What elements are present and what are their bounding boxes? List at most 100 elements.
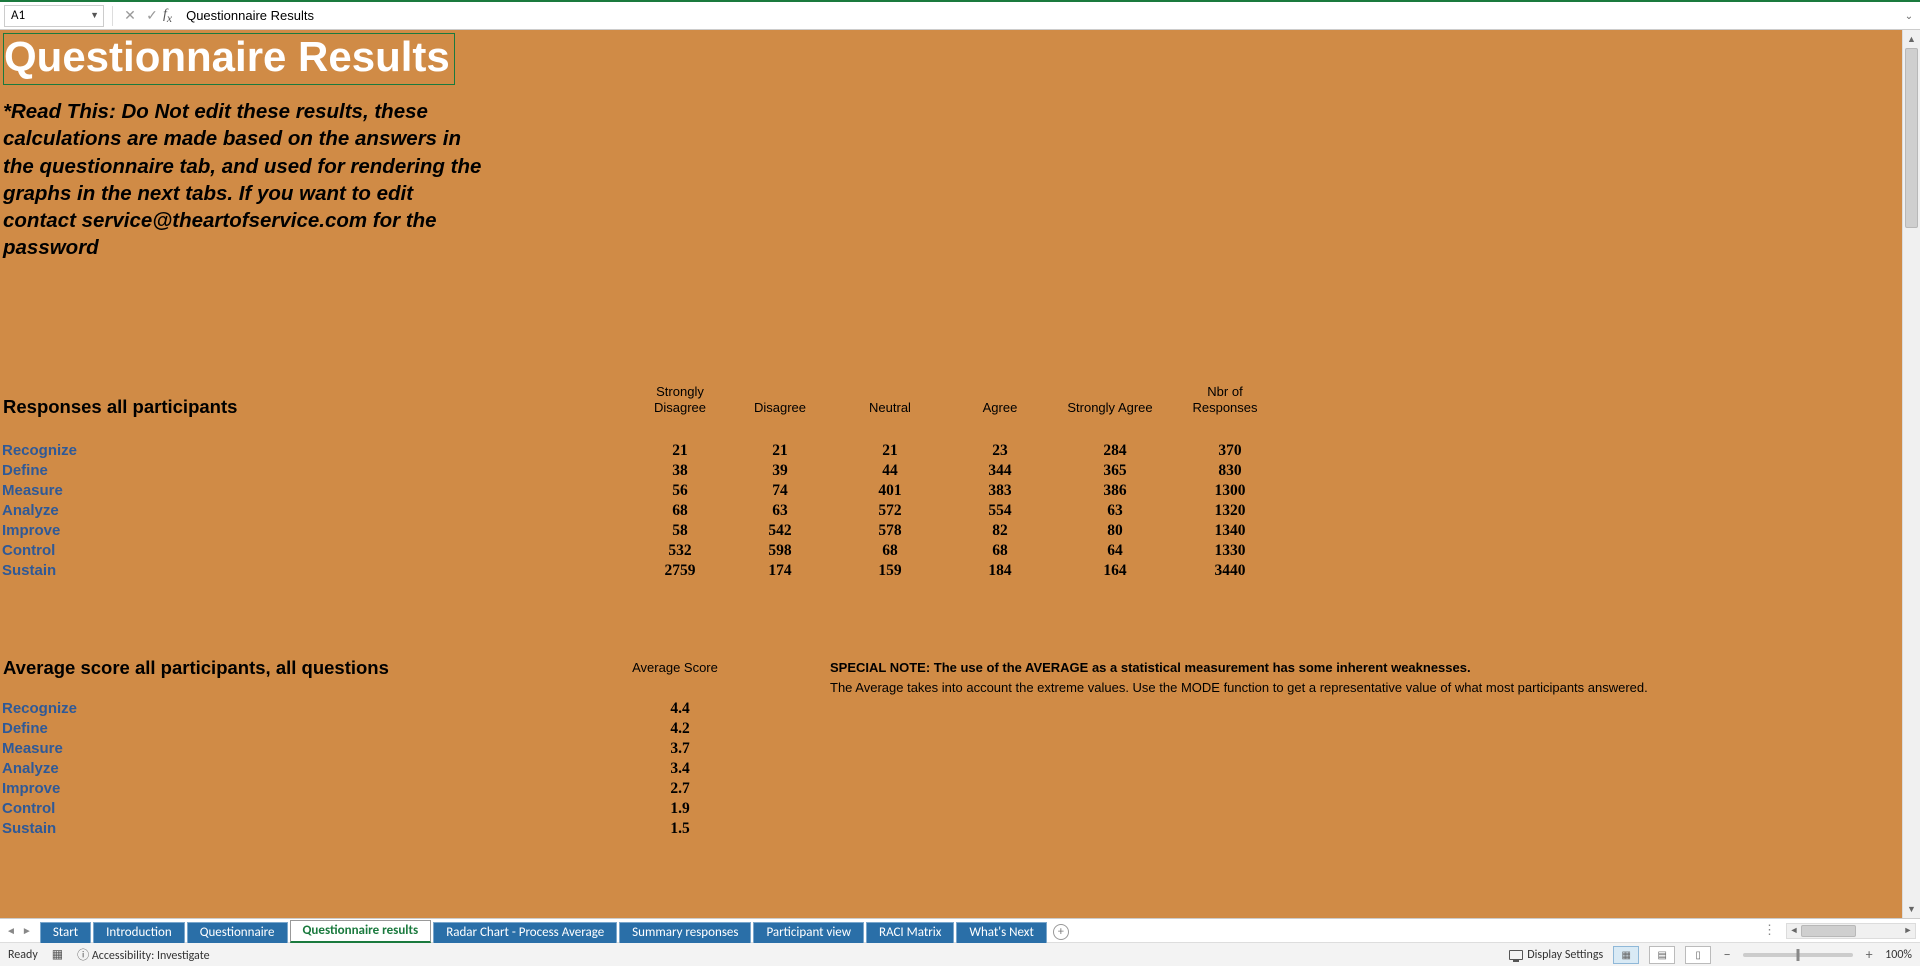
sheet-tab[interactable]: Start <box>40 922 91 943</box>
expand-formula-bar-icon[interactable]: ⌄ <box>1898 9 1920 22</box>
col-header: Strongly Agree <box>1055 400 1165 415</box>
name-box[interactable]: A1 ▼ <box>4 5 104 27</box>
formula-input[interactable] <box>182 5 1898 27</box>
table-cell: 23 <box>960 442 1040 460</box>
formula-bar: A1 ▼ ✕ ✓ fx ⌄ <box>0 2 1920 30</box>
table-cell: 159 <box>850 562 930 580</box>
name-box-value: A1 <box>11 8 25 23</box>
scroll-thumb[interactable] <box>1905 48 1918 228</box>
table-cell: 1320 <box>1190 502 1270 520</box>
table-cell: 2759 <box>640 562 720 580</box>
row-label: Define <box>2 462 48 479</box>
macro-record-icon[interactable]: ▦ <box>52 947 63 962</box>
row-label: Analyze <box>2 760 59 777</box>
col-header-avg: Average Score <box>610 660 740 675</box>
new-sheet-button[interactable]: + <box>1047 920 1075 943</box>
tab-nav-arrows[interactable]: ◄ ► <box>0 919 38 942</box>
accessibility-status[interactable]: ⓘ Accessibility: Investigate <box>77 946 209 963</box>
row-label: Recognize <box>2 700 77 717</box>
tab-prev-icon[interactable]: ◄ <box>6 924 16 937</box>
table-cell: 284 <box>1070 442 1160 460</box>
view-page-break-button[interactable]: ▯ <box>1685 946 1711 964</box>
page-title: Questionnaire Results <box>3 33 455 85</box>
worksheet[interactable]: Questionnaire Results *Read This: Do Not… <box>0 30 1902 918</box>
table-cell: 383 <box>960 482 1040 500</box>
table-cell: 80 <box>1070 522 1160 540</box>
sheet-tab[interactable]: Participant view <box>753 922 864 943</box>
section-header-responses: Responses all participants <box>3 396 237 418</box>
table-cell: 598 <box>740 542 820 560</box>
sheet-tab[interactable]: What's Next <box>956 922 1046 943</box>
scroll-left-icon[interactable]: ◄ <box>1787 925 1801 936</box>
table-cell: 542 <box>740 522 820 540</box>
table-cell: 38 <box>640 462 720 480</box>
zoom-slider-thumb[interactable] <box>1797 949 1800 961</box>
spacer <box>1075 919 1757 942</box>
table-cell: 3440 <box>1190 562 1270 580</box>
sheet-tab[interactable]: Questionnaire <box>187 922 288 943</box>
table-cell: 365 <box>1070 462 1160 480</box>
table-cell: 3.4 <box>640 760 720 778</box>
table-cell: 370 <box>1190 442 1270 460</box>
sheet-tab[interactable]: Radar Chart - Process Average <box>433 922 617 943</box>
table-cell: 174 <box>740 562 820 580</box>
view-normal-button[interactable]: ▦ <box>1613 946 1639 964</box>
table-cell: 68 <box>850 542 930 560</box>
tab-options-icon[interactable]: ⋮ <box>1757 923 1782 938</box>
display-settings-button[interactable]: Display Settings <box>1509 948 1603 962</box>
special-note-text: The Average takes into account the extre… <box>830 680 1648 695</box>
row-label: Improve <box>2 780 60 797</box>
table-cell: 830 <box>1190 462 1270 480</box>
accessibility-label: Accessibility: Investigate <box>92 949 210 963</box>
zoom-slider[interactable] <box>1743 953 1853 957</box>
table-cell: 164 <box>1070 562 1160 580</box>
table-cell: 68 <box>640 502 720 520</box>
confirm-formula-icon[interactable]: ✓ <box>141 7 163 24</box>
scroll-right-icon[interactable]: ► <box>1901 925 1915 936</box>
row-label: Improve <box>2 522 60 539</box>
cancel-formula-icon[interactable]: ✕ <box>119 7 141 24</box>
scroll-track[interactable] <box>1903 48 1920 900</box>
scroll-down-icon[interactable]: ▼ <box>1903 900 1920 918</box>
table-cell: 554 <box>960 502 1040 520</box>
table-cell: 56 <box>640 482 720 500</box>
vertical-scrollbar[interactable]: ▲ ▼ <box>1902 30 1920 918</box>
table-cell: 4.2 <box>640 720 720 738</box>
table-cell: 4.4 <box>640 700 720 718</box>
col-header: Responses <box>1180 400 1270 415</box>
zoom-out-button[interactable]: − <box>1721 946 1733 963</box>
zoom-in-button[interactable]: + <box>1863 946 1875 963</box>
col-header: Strongly <box>640 384 720 399</box>
separator <box>112 6 113 26</box>
chevron-down-icon[interactable]: ▼ <box>90 10 99 21</box>
display-settings-label: Display Settings <box>1527 948 1603 962</box>
status-bar: Ready ▦ ⓘ Accessibility: Investigate Dis… <box>0 942 1920 966</box>
sheet-tab[interactable]: Questionnaire results <box>290 920 432 943</box>
scroll-thumb[interactable] <box>1801 925 1856 937</box>
sheet-tab[interactable]: Summary responses <box>619 922 751 943</box>
table-cell: 21 <box>640 442 720 460</box>
col-header: Disagree <box>740 400 820 415</box>
special-note-bold: SPECIAL NOTE: The use of the AVERAGE as … <box>830 660 1471 675</box>
table-cell: 63 <box>1070 502 1160 520</box>
sheet-tab[interactable]: RACI Matrix <box>866 922 954 943</box>
row-label: Measure <box>2 740 63 757</box>
row-label: Analyze <box>2 502 59 519</box>
row-label: Define <box>2 720 48 737</box>
scroll-up-icon[interactable]: ▲ <box>1903 30 1920 48</box>
table-cell: 44 <box>850 462 930 480</box>
horizontal-scrollbar[interactable]: ◄ ► <box>1786 923 1916 939</box>
tab-next-icon[interactable]: ► <box>22 924 32 937</box>
row-label: Sustain <box>2 820 56 837</box>
table-cell: 1300 <box>1190 482 1270 500</box>
table-cell: 1340 <box>1190 522 1270 540</box>
row-label: Recognize <box>2 442 77 459</box>
view-page-layout-button[interactable]: ▤ <box>1649 946 1675 964</box>
sheet-area: Questionnaire Results *Read This: Do Not… <box>0 30 1920 918</box>
accessibility-icon: ⓘ <box>77 949 89 963</box>
col-header: Nbr of <box>1180 384 1270 399</box>
sheet-tab[interactable]: Introduction <box>93 922 185 943</box>
table-cell: 578 <box>850 522 930 540</box>
fx-icon[interactable]: fx <box>163 7 172 25</box>
section-header-average: Average score all participants, all ques… <box>3 657 389 679</box>
